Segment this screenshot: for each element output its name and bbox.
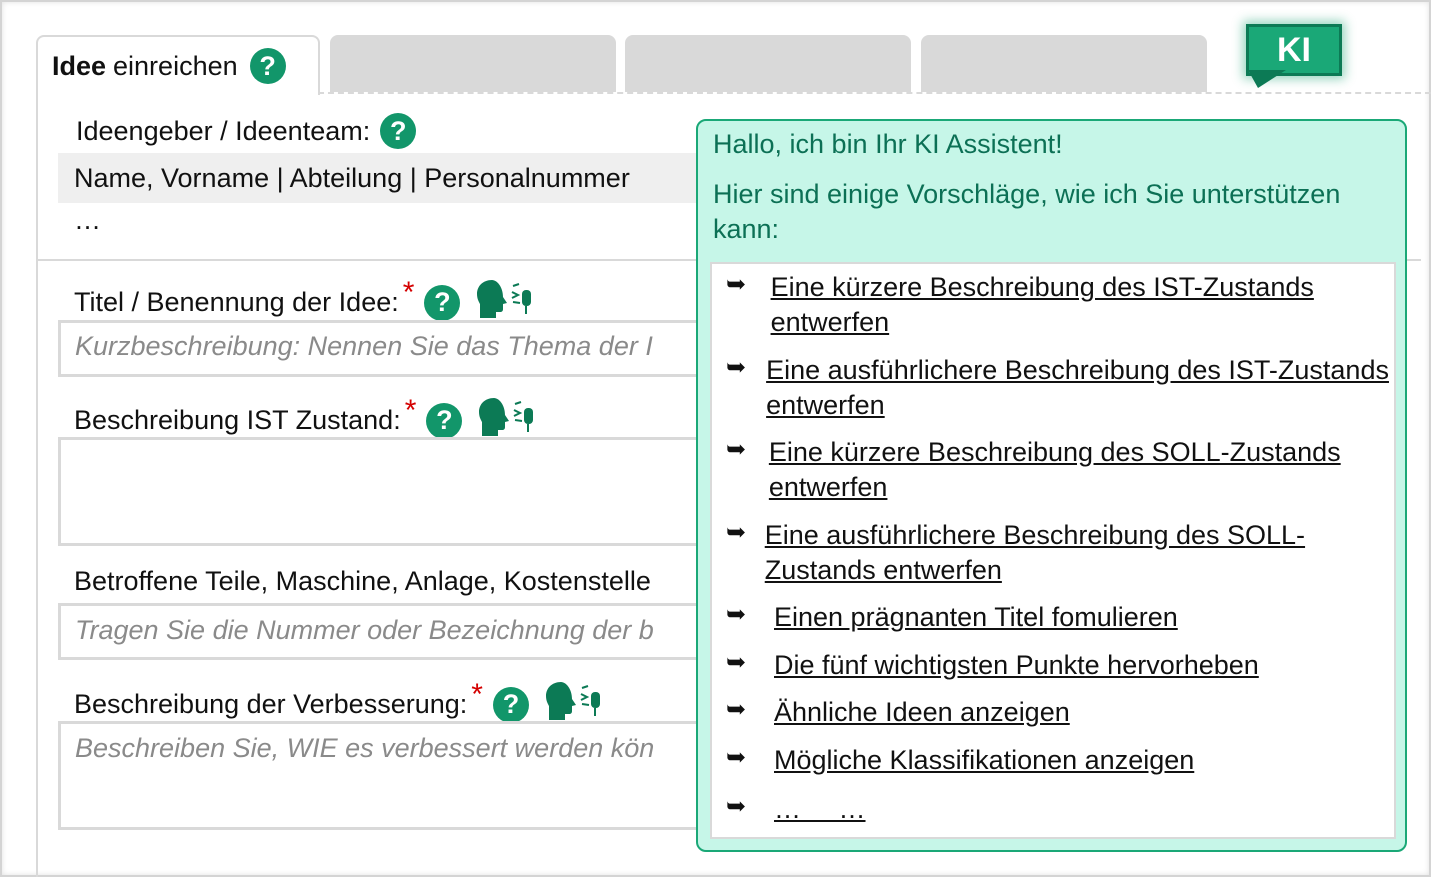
tab-label-rest: einreichen <box>113 50 238 81</box>
list-item: ➥ Eine kürzere Beschreibung des IST-Zusta… <box>712 270 1392 340</box>
suggestion-link-soll-kurz[interactable]: Eine kürzere Beschreibung des SOLL-Zusta… <box>769 435 1392 505</box>
arrow-bullet-icon: ➥ <box>726 793 747 820</box>
list-item: ➥ Eine kürzere Beschreibung des SOLL-Zust… <box>712 435 1392 505</box>
arrow-bullet-icon: ➥ <box>726 354 747 381</box>
ki-assistant-panel: Hallo, ich bin Ihr KI Assistent! Hier si… <box>696 119 1407 852</box>
tab-2[interactable] <box>330 35 616 92</box>
ist-label: Beschreibung IST Zustand: <box>74 405 401 435</box>
arrow-bullet-icon: ➥ <box>726 519 747 546</box>
help-icon[interactable]: ? <box>380 113 417 149</box>
titel-placeholder: Kurzbeschreibung: Nennen Sie das Thema d… <box>75 331 653 361</box>
suggestion-link-ist-kurz[interactable]: Eine kürzere Beschreibung des IST-Zustan… <box>771 270 1392 340</box>
assistant-greeting: Hallo, ich bin Ihr KI Assistent! <box>713 129 1063 159</box>
suggestion-link-more[interactable]: … … <box>774 792 866 827</box>
ideengeber-more: … <box>74 205 101 235</box>
arrow-bullet-icon: ➥ <box>726 744 747 771</box>
list-item: ➥ Eine ausführlichere Beschreibung des SO… <box>712 518 1392 588</box>
suggestion-link-titel[interactable]: Einen prägnanten Titel fomulieren <box>774 600 1178 635</box>
list-item: ➥ Einen prägnanten Titel fomulieren <box>712 600 1392 635</box>
titel-label: Titel / Benennung der Idee: <box>74 287 399 317</box>
ideengeber-label: Ideengeber / Ideenteam: <box>76 115 371 146</box>
list-item: ➥ Eine ausführlichere Beschreibung des IS… <box>712 353 1392 423</box>
required-mark: * <box>402 275 415 309</box>
suggestion-list: ➥ Eine kürzere Beschreibung des IST-Zusta… <box>710 262 1396 839</box>
arrow-bullet-icon: ➥ <box>726 271 747 298</box>
arrow-bullet-icon: ➥ <box>726 696 747 723</box>
tab-4[interactable] <box>921 35 1207 92</box>
ideengeber-label-row: Ideengeber / Ideenteam: ? <box>76 113 417 149</box>
verbesserung-label: Beschreibung der Verbesserung: <box>74 689 468 719</box>
ki-assistant-button[interactable]: KI <box>1246 24 1342 76</box>
tab-idee-einreichen[interactable]: Idee einreichen ? <box>36 35 320 95</box>
suggestion-link-soll-lang[interactable]: Eine ausführlichere Beschreibung des SOL… <box>765 518 1392 588</box>
suggestion-link-ideen[interactable]: Ähnliche Ideen anzeigen <box>774 695 1070 730</box>
verbesserung-placeholder: Beschreiben Sie, WIE es verbessert werde… <box>75 733 655 763</box>
suggestion-link-klassifikationen[interactable]: Mögliche Klassifikationen anzeigen <box>774 743 1194 778</box>
required-mark: * <box>404 393 417 427</box>
ist-textarea[interactable] <box>58 437 708 546</box>
ideengeber-value: Name, Vorname | Abteilung | Personalnumm… <box>74 163 630 193</box>
arrow-bullet-icon: ➥ <box>726 436 747 463</box>
suggestion-link-ist-lang[interactable]: Eine ausführlichere Beschreibung des IST… <box>766 353 1392 423</box>
arrow-bullet-icon: ➥ <box>726 649 747 676</box>
help-icon[interactable]: ? <box>492 686 529 723</box>
arrow-bullet-icon: ➥ <box>726 601 747 628</box>
ki-chat-icon <box>1248 70 1286 88</box>
assistant-intro: Hier sind einige Vorschläge, wie ich Sie… <box>713 179 1341 244</box>
list-item: ➥ Ähnliche Ideen anzeigen <box>712 695 1392 730</box>
list-item: ➥ … … <box>712 792 1392 827</box>
required-mark: * <box>471 677 483 711</box>
teile-placeholder: Tragen Sie die Nummer oder Bezeichnung d… <box>75 615 654 645</box>
list-item: ➥ Mögliche Klassifikationen anzeigen <box>712 743 1392 778</box>
help-icon[interactable]: ? <box>424 284 461 321</box>
help-icon[interactable]: ? <box>426 402 463 439</box>
tab-3[interactable] <box>625 35 911 92</box>
tab-label-bold: Idee <box>52 50 107 81</box>
suggestion-link-punkte[interactable]: Die fünf wichtigsten Punkte hervorheben <box>774 648 1259 683</box>
help-icon[interactable]: ? <box>249 48 286 84</box>
list-item: ➥ Die fünf wichtigsten Punkte hervorheben <box>712 648 1392 683</box>
teile-label: Betroffene Teile, Maschine, Anlage, Kost… <box>74 566 651 596</box>
